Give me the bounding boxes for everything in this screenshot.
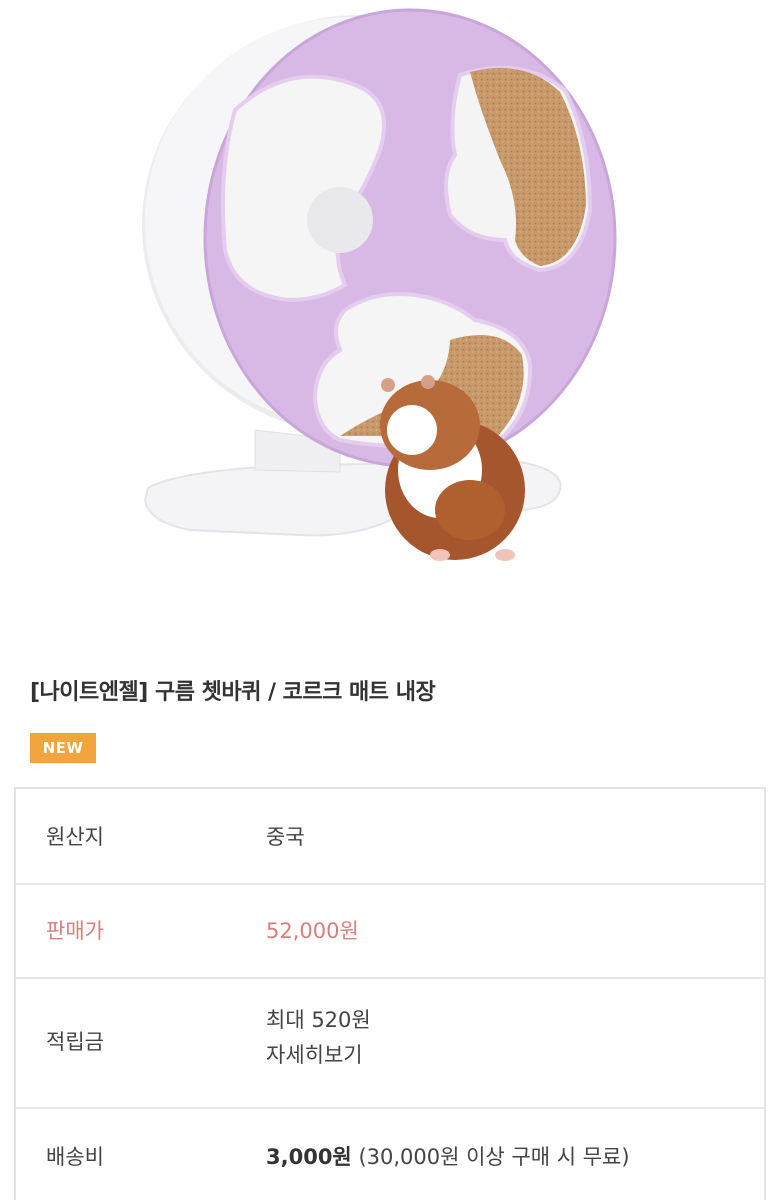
product-title: [나이트엔젤] 구름 쳇바퀴 / 코르크 매트 내장 bbox=[30, 680, 436, 705]
shipping-value-group: 3,000원 (30,000원 이상 구매 시 무료) bbox=[266, 1141, 630, 1171]
origin-value: 중국 bbox=[266, 825, 305, 849]
points-details-link[interactable]: 자세히보기 bbox=[266, 1038, 371, 1073]
product-info-table: 원산지 중국 판매가 52,000원 적립금 최대 520원 자세히보기 배송비… bbox=[14, 787, 766, 1200]
product-image bbox=[0, 0, 780, 620]
price-row: 판매가 52,000원 bbox=[16, 885, 764, 979]
shipping-note: (30,000원 이상 구매 시 무료) bbox=[358, 1145, 630, 1169]
price-value: 52,000원 bbox=[266, 919, 359, 943]
new-badge: NEW bbox=[30, 733, 96, 763]
points-value-group: 최대 520원 자세히보기 bbox=[266, 1003, 371, 1073]
points-row: 적립금 최대 520원 자세히보기 bbox=[16, 979, 764, 1109]
shipping-row: 배송비 3,000원 (30,000원 이상 구매 시 무료) bbox=[16, 1109, 764, 1202]
origin-row: 원산지 중국 bbox=[16, 789, 764, 885]
shipping-fee: 3,000원 bbox=[266, 1145, 352, 1169]
shipping-label: 배송비 bbox=[46, 1145, 104, 1169]
price-label: 판매가 bbox=[46, 919, 104, 943]
points-label: 적립금 bbox=[46, 1030, 104, 1054]
origin-label: 원산지 bbox=[46, 825, 104, 849]
points-value: 최대 520원 bbox=[266, 1008, 371, 1032]
hamster-wheel-illustration bbox=[142, 8, 617, 561]
